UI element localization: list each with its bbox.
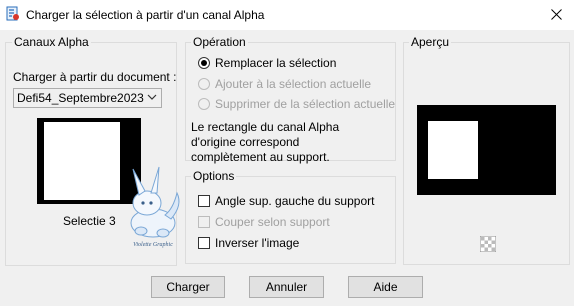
close-icon xyxy=(550,8,562,20)
remove-from-selection-label[interactable]: Supprimer de la sélection actuelle xyxy=(215,97,395,111)
top-left-corner-checkbox[interactable] xyxy=(198,195,210,207)
operation-info-text: Le rectangle du canal Alpha d'origine co… xyxy=(191,120,339,165)
watermark-logo: Violette Graphic xyxy=(130,166,180,248)
dialog-client-area: Canaux Alpha Charger à partir du documen… xyxy=(0,30,574,306)
title-bar: Charger la sélection à partir d'un canal… xyxy=(0,0,574,30)
options-group: Options Angle sup. gauche du support Cou… xyxy=(185,169,396,264)
channel-thumbnail xyxy=(44,122,120,200)
cancel-button[interactable]: Annuler xyxy=(249,276,324,298)
document-select[interactable]: Defi54_Septembre2023 xyxy=(13,88,162,108)
add-to-selection-label[interactable]: Ajouter à la sélection actuelle xyxy=(215,77,371,91)
paintshop-app-icon xyxy=(6,6,19,21)
preview-group: Aperçu xyxy=(403,35,570,265)
operation-legend: Opération xyxy=(191,35,248,49)
help-button[interactable]: Aide xyxy=(348,276,423,298)
preview-selection-rect xyxy=(428,121,478,179)
load-from-document-label: Charger à partir du document : xyxy=(13,70,177,84)
window-title: Charger la sélection à partir d'un canal… xyxy=(26,8,265,22)
load-button[interactable]: Charger xyxy=(151,276,225,298)
preview-canvas xyxy=(417,105,556,195)
info-line: Le rectangle du canal Alpha xyxy=(191,120,340,134)
clip-to-canvas-label[interactable]: Couper selon support xyxy=(215,215,330,229)
transparency-checker-icon[interactable] xyxy=(480,236,496,252)
clip-to-canvas-checkbox[interactable] xyxy=(198,216,210,228)
top-left-corner-label[interactable]: Angle sup. gauche du support xyxy=(215,194,374,208)
alpha-channels-legend: Canaux Alpha xyxy=(12,35,91,49)
remove-from-selection-radio[interactable] xyxy=(198,98,210,110)
watermark-text: Violette Graphic xyxy=(133,242,173,248)
add-to-selection-radio[interactable] xyxy=(198,78,210,90)
replace-selection-radio[interactable] xyxy=(198,57,210,69)
operation-group: Opération Remplacer la sélection Ajouter… xyxy=(185,35,396,164)
alpha-channels-group: Canaux Alpha Charger à partir du documen… xyxy=(5,35,180,266)
info-line: d'origine correspond xyxy=(191,135,300,149)
dropdown-arrow-icon xyxy=(126,158,134,163)
invert-image-label[interactable]: Inverser l'image xyxy=(215,236,299,250)
info-line: complètement au support. xyxy=(191,150,330,164)
invert-image-checkbox[interactable] xyxy=(198,237,210,249)
options-legend: Options xyxy=(191,169,237,183)
close-button[interactable] xyxy=(538,0,574,28)
replace-selection-label[interactable]: Remplacer la sélection xyxy=(215,56,336,70)
chevron-down-icon xyxy=(147,94,157,100)
selection-name: Selectie 3 xyxy=(63,214,116,228)
preview-legend: Aperçu xyxy=(409,35,452,49)
document-select-value: Defi54_Septembre2023 xyxy=(17,91,144,105)
